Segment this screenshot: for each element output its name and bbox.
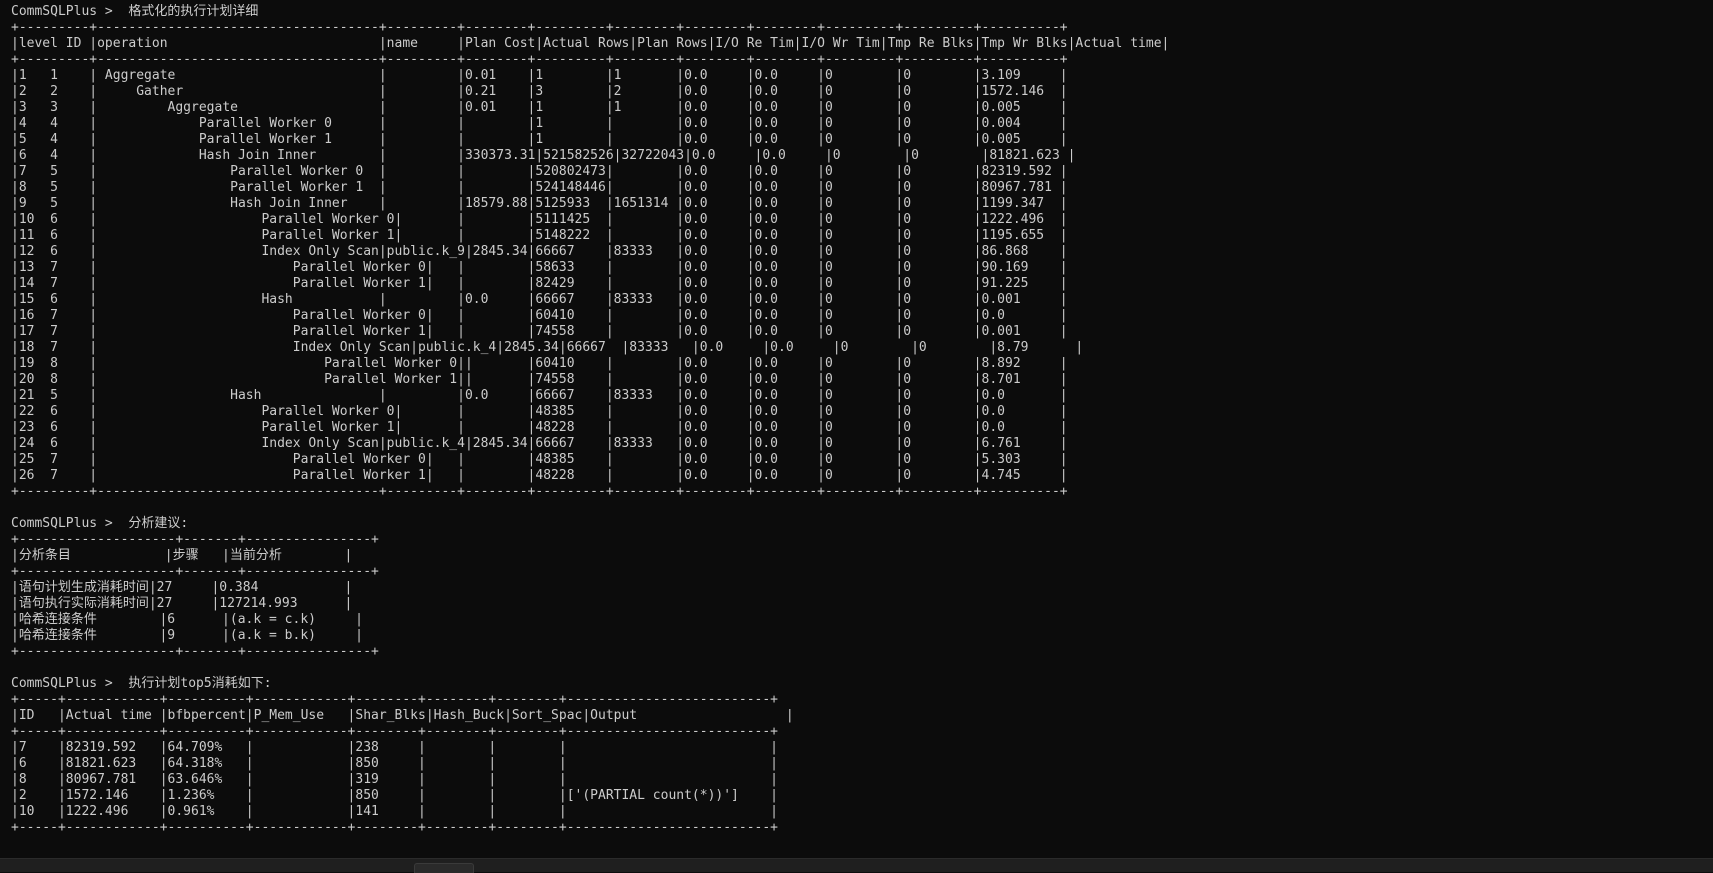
terminal-output[interactable]: CommSQLPlus > 格式化的执行计划详细 +---------+-----… xyxy=(11,4,1713,856)
table-border-line: +-----+------------+----------+---------… xyxy=(11,724,779,739)
table-row-line: |13 7 | Parallel Worker 0| | |58633 | |0… xyxy=(11,260,1068,275)
table-border-line: +-----+------------+----------+---------… xyxy=(11,692,779,707)
command-prompt-line: CommSQLPlus > 执行计划top5消耗如下: xyxy=(11,676,272,691)
table-row-line: |24 6 | Index Only Scan|public.k_4|2845.… xyxy=(11,436,1068,451)
table-row-line: |10 6 | Parallel Worker 0| | |5111425 | … xyxy=(11,212,1068,227)
taskbar xyxy=(0,858,1713,873)
table-row-line: |4 4 | Parallel Worker 0 | | |1 | |0.0 |… xyxy=(11,116,1068,131)
blank-line xyxy=(11,500,1713,516)
table-row-line: |23 6 | Parallel Worker 1| | |48228 | |0… xyxy=(11,420,1068,435)
table-row-line: |25 7 | Parallel Worker 0| | |48385 | |0… xyxy=(11,452,1068,467)
table-row-line: |6 4 | Hash Join Inner | |330373.31|5215… xyxy=(11,148,1076,163)
table-row-line: |16 7 | Parallel Worker 0| | |60410 | |0… xyxy=(11,308,1068,323)
table-row-line: |12 6 | Index Only Scan|public.k_9|2845.… xyxy=(11,244,1068,259)
table-row-line: |语句执行实际消耗时间|27 |127214.993 | xyxy=(11,596,353,611)
table-row-line: |22 6 | Parallel Worker 0| | |48385 | |0… xyxy=(11,404,1068,419)
table-row-line: |level ID |operation |name |Plan Cost|Ac… xyxy=(11,36,1170,51)
table-row-line: |19 8 | Parallel Worker 0|| |60410 | |0.… xyxy=(11,356,1068,371)
table-row-line: |9 5 | Hash Join Inner | |18579.88|51259… xyxy=(11,196,1068,211)
table-border-line: +-----+------------+----------+---------… xyxy=(11,820,779,835)
table-row-line: |8 |80967.781 |63.646% | |319 | | | | xyxy=(11,772,779,787)
table-row-line: |14 7 | Parallel Worker 1| | |82429 | |0… xyxy=(11,276,1068,291)
table-row-line: |语句计划生成消耗时间|27 |0.384 | xyxy=(11,580,353,595)
table-row-line: |分析条目 |步骤 |当前分析 | xyxy=(11,548,353,563)
table-row-line: |21 5 | Hash | |0.0 |66667 |83333 |0.0 |… xyxy=(11,388,1068,403)
table-row-line: |26 7 | Parallel Worker 1| | |48228 | |0… xyxy=(11,468,1068,483)
table-row-line: |2 |1572.146 |1.236% | |850 | | |['(PART… xyxy=(11,788,779,803)
table-row-line: |ID |Actual time |bfbpercent|P_Mem_Use |… xyxy=(11,708,794,723)
table-border-line: +---------+-----------------------------… xyxy=(11,484,1068,499)
table-row-line: |8 5 | Parallel Worker 1 | | |524148446|… xyxy=(11,180,1068,195)
table-row-line: |3 3 | Aggregate | |0.01 |1 |1 |0.0 |0.0… xyxy=(11,100,1068,115)
table-row-line: |10 |1222.496 |0.961% | |141 | | | | xyxy=(11,804,779,819)
table-row-line: |哈希连接条件 |6 |(a.k = c.k) | xyxy=(11,612,363,627)
command-prompt-line: CommSQLPlus > 格式化的执行计划详细 xyxy=(11,4,259,19)
table-border-line: +--------------------+-------+----------… xyxy=(11,564,379,579)
table-row-line: |18 7 | Index Only Scan|public.k_4|2845.… xyxy=(11,340,1084,355)
blank-line xyxy=(11,660,1713,676)
table-row-line: |17 7 | Parallel Worker 1| | |74558 | |0… xyxy=(11,324,1068,339)
table-row-line: |15 6 | Hash | |0.0 |66667 |83333 |0.0 |… xyxy=(11,292,1068,307)
table-row-line: |6 |81821.623 |64.318% | |850 | | | | xyxy=(11,756,779,771)
table-row-line: |11 6 | Parallel Worker 1| | |5148222 | … xyxy=(11,228,1068,243)
table-border-line: +--------------------+-------+----------… xyxy=(11,532,379,547)
command-prompt-line: CommSQLPlus > 分析建议: xyxy=(11,516,189,531)
table-row-line: |哈希连接条件 |9 |(a.k = b.k) | xyxy=(11,628,363,643)
table-row-line: |5 4 | Parallel Worker 1 | | |1 | |0.0 |… xyxy=(11,132,1068,147)
table-border-line: +---------+-----------------------------… xyxy=(11,20,1068,35)
table-row-line: |20 8 | Parallel Worker 1|| |74558 | |0.… xyxy=(11,372,1068,387)
table-border-line: +---------+-----------------------------… xyxy=(11,52,1068,67)
table-border-line: +--------------------+-------+----------… xyxy=(11,644,379,659)
table-row-line: |2 2 | Gather | |0.21 |3 |2 |0.0 |0.0 |0… xyxy=(11,84,1068,99)
table-row-line: |7 5 | Parallel Worker 0 | | |520802473|… xyxy=(11,164,1068,179)
table-row-line: |1 1 | Aggregate | |0.01 |1 |1 |0.0 |0.0… xyxy=(11,68,1068,83)
table-row-line: |7 |82319.592 |64.709% | |238 | | | | xyxy=(11,740,779,755)
taskbar-tab[interactable] xyxy=(414,863,474,873)
